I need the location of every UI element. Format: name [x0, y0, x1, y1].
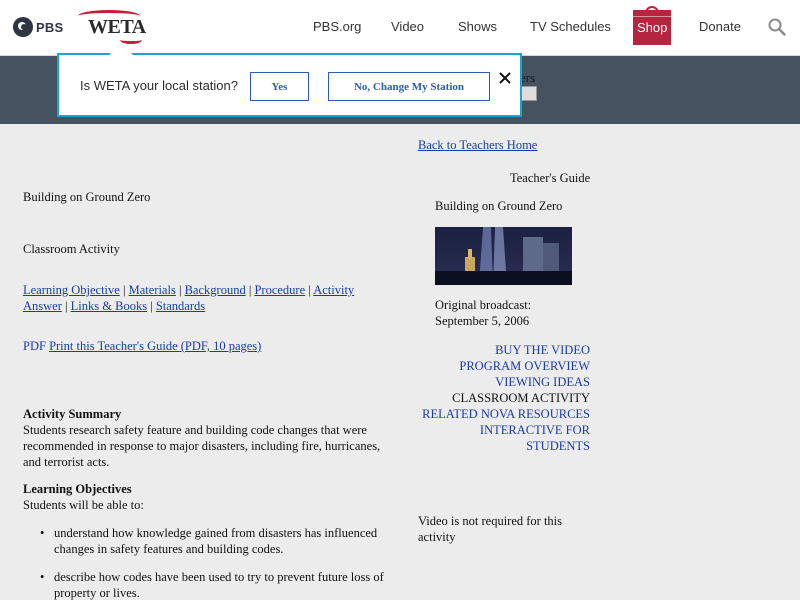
objectives-intro: Students will be able to:: [23, 498, 144, 512]
guide-label: Teacher's Guide: [510, 171, 591, 185]
program-photo: [435, 227, 572, 285]
popup-caret: [109, 44, 133, 55]
station-popup: Is WETA your local station? Yes No, Chan…: [57, 44, 522, 117]
nav-link-donate[interactable]: Donate: [699, 19, 741, 34]
pbs-logo[interactable]: PBS: [13, 17, 63, 37]
nav-learning-objective[interactable]: Learning Objective: [23, 283, 120, 297]
pbs-head-icon: [13, 17, 33, 37]
menu-program-overview[interactable]: PROGRAM OVERVIEW: [418, 358, 590, 374]
section-nav: Learning Objective | Materials | Backgro…: [23, 283, 355, 313]
pdf-row: PDF Print this Teacher's Guide (PDF, 10 …: [23, 338, 261, 354]
search-icon[interactable]: [768, 18, 786, 36]
station-bar-partial-box: [521, 86, 537, 101]
gift-bow-icon: [645, 6, 659, 13]
change-station-button[interactable]: No, Change My Station: [328, 72, 490, 101]
nav-background[interactable]: Background: [185, 283, 246, 297]
nav-links-books[interactable]: Links & Books: [71, 299, 147, 313]
menu-viewing-ideas[interactable]: VIEWING IDEAS: [418, 374, 590, 390]
pbs-logo-text: PBS: [36, 19, 64, 35]
menu-classroom-activity-current: CLASSROOM ACTIVITY: [452, 391, 590, 405]
nav-procedure[interactable]: Procedure: [254, 283, 305, 297]
menu-interactive-for-students[interactable]: INTERACTIVE FOR STUDENTS: [418, 422, 590, 454]
yes-button[interactable]: Yes: [250, 72, 309, 101]
page-subtitle: Classroom Activity: [23, 242, 120, 256]
shop-label: Shop: [637, 20, 668, 35]
pdf-label: PDF: [23, 339, 46, 353]
summary-heading: Activity Summary: [23, 407, 122, 421]
weta-logo[interactable]: WETA: [78, 10, 146, 44]
bullet-icon: •: [40, 526, 45, 540]
menu-buy-the-video[interactable]: BUY THE VIDEO: [418, 342, 590, 358]
broadcast-date: September 5, 2006: [435, 314, 530, 328]
bullet-icon: •: [40, 570, 45, 584]
nav-link-video[interactable]: Video: [391, 19, 424, 34]
nav-link-tv-schedules[interactable]: TV Schedules: [530, 19, 611, 34]
objective-item: describe how codes have been used to try…: [54, 570, 384, 600]
broadcast-label: Original broadcast:: [435, 298, 532, 312]
nav-link-pbs-org[interactable]: PBS.org: [313, 19, 361, 34]
popup-question: Is WETA your local station?: [80, 78, 238, 93]
weta-tail-icon: [120, 36, 142, 44]
summary-text: Students research safety feature and bui…: [23, 423, 381, 469]
gift-ribbon-line: [633, 16, 671, 17]
pdf-link[interactable]: Print this Teacher's Guide (PDF, 10 page…: [49, 339, 261, 353]
nav-link-shows[interactable]: Shows: [458, 19, 497, 34]
back-to-teachers-home-link[interactable]: Back to Teachers Home: [418, 137, 537, 153]
objective-item: understand how knowledge gained from dis…: [54, 526, 378, 556]
nav-materials[interactable]: Materials: [129, 283, 176, 297]
page-title: Building on Ground Zero: [23, 190, 151, 204]
shop-button[interactable]: Shop: [633, 6, 671, 45]
objectives-heading: Learning Objectives: [23, 482, 132, 496]
skyline-image: [435, 227, 572, 285]
video-note: Video is not required for this activity: [418, 514, 563, 544]
close-icon[interactable]: [498, 71, 512, 85]
station-bar-partial-text: ers: [520, 70, 536, 85]
guide-menu: BUY THE VIDEO PROGRAM OVERVIEW VIEWING I…: [418, 342, 590, 454]
nav-standards[interactable]: Standards: [156, 299, 205, 313]
menu-related-nova-resources[interactable]: RELATED NOVA RESOURCES: [418, 406, 590, 422]
program-title: Building on Ground Zero: [435, 199, 563, 213]
